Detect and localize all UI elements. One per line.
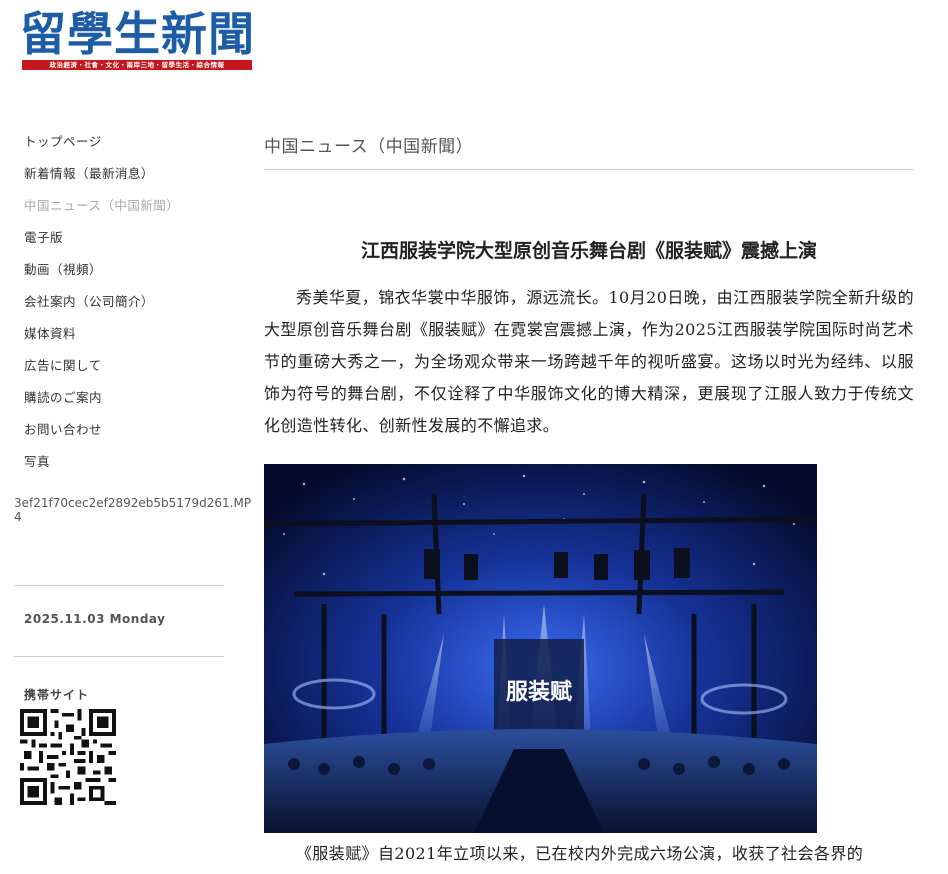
mobile-site-label: 携帯サイト	[24, 688, 90, 702]
nav-item-latest[interactable]: 新着情報（最新消息）	[24, 162, 179, 194]
sidebar-nav: トップページ 新着情報（最新消息） 中国ニュース（中国新聞） 電子版 動画（視頻…	[24, 130, 179, 482]
category-heading: 中国ニュース（中国新聞）	[264, 137, 474, 157]
nav-item-advertising[interactable]: 広告に関して	[24, 354, 179, 386]
current-date: 2025.11.03 Monday	[24, 612, 166, 626]
nav-item-photos[interactable]: 写真	[24, 450, 179, 482]
video-file-link[interactable]: 3ef21f70cec2ef2892eb5b5179d261.MP4	[14, 496, 258, 524]
photo-stage-text: 服装赋	[506, 679, 572, 705]
nav-item-china-news[interactable]: 中国ニュース（中国新聞）	[24, 194, 179, 226]
nav-item-contact[interactable]: お問い合わせ	[24, 418, 179, 450]
nav-item-media-kit[interactable]: 媒体資料	[24, 322, 179, 354]
nav-item-digital-edition[interactable]: 電子版	[24, 226, 179, 258]
qr-code-image[interactable]	[20, 709, 116, 805]
logo-tagline-strip: 政治經濟・社會・文化・兩岸三地・留學生活・綜合情報	[22, 60, 252, 70]
nav-item-subscription[interactable]: 購読のご案内	[24, 386, 179, 418]
nav-item-top[interactable]: トップページ	[24, 130, 179, 162]
article-paragraph: 《服装赋》自2021年立项以来，已在校内外完成六场公演，收获了社会各界的	[296, 844, 864, 863]
sidebar: 留學生新聞 政治經濟・社會・文化・兩岸三地・留學生活・綜合情報 トップページ 新…	[0, 0, 260, 874]
article-photo[interactable]: 服装赋	[264, 464, 817, 833]
nav-item-video[interactable]: 動画（視頻）	[24, 258, 179, 290]
category-divider	[264, 169, 914, 170]
site-logo[interactable]: 留學生新聞 政治經濟・社會・文化・兩岸三地・留學生活・綜合情報	[20, 8, 255, 72]
logo-title: 留學生新聞	[20, 7, 255, 61]
nav-item-company[interactable]: 会社案内（公司簡介）	[24, 290, 179, 322]
sidebar-divider	[14, 585, 224, 586]
article-title: 江西服装学院大型原创音乐舞台剧《服装赋》震撼上演	[360, 240, 817, 262]
sidebar-divider	[14, 656, 224, 657]
article-paragraph: 秀美华夏，锦衣华裳中华服饰，源远流长。10月20日晚，由江西服装学院全新升级的大…	[264, 288, 914, 435]
